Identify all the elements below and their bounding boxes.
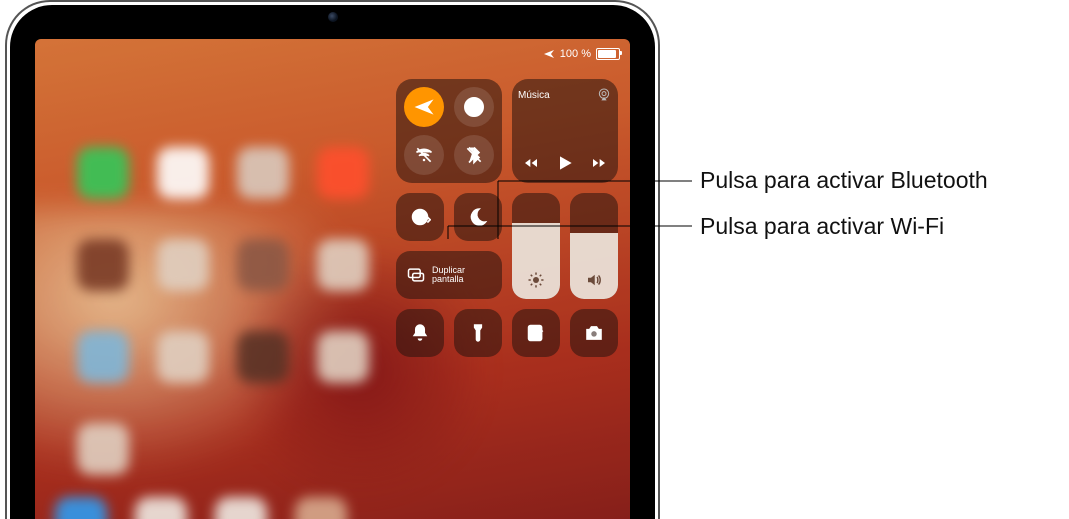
wifi-off-icon bbox=[414, 145, 434, 165]
moon-icon bbox=[467, 206, 489, 228]
screen-mirroring-label: Duplicar pantalla bbox=[432, 266, 492, 285]
ipad-screen: 100 % bbox=[35, 39, 630, 519]
previous-track-button[interactable] bbox=[523, 155, 539, 171]
status-bar: 100 % bbox=[543, 45, 620, 63]
battery-icon bbox=[596, 48, 620, 60]
callout-wifi: Pulsa para activar Wi-Fi bbox=[700, 213, 944, 240]
screen-mirroring-icon bbox=[406, 265, 426, 285]
volume-slider[interactable] bbox=[570, 193, 618, 299]
airplane-mode-button[interactable] bbox=[404, 87, 444, 127]
blurred-app-icon bbox=[157, 147, 209, 199]
blurred-app-icon bbox=[237, 239, 289, 291]
speaker-icon bbox=[585, 271, 603, 289]
camera-icon bbox=[583, 322, 605, 344]
bell-icon bbox=[409, 322, 431, 344]
airplay-audio-icon[interactable] bbox=[596, 87, 612, 103]
ipad-inner-bezel: 100 % bbox=[10, 5, 655, 519]
blurred-dock-icon bbox=[295, 497, 347, 519]
battery-percent: 100 % bbox=[560, 48, 591, 60]
notes-button[interactable] bbox=[512, 309, 560, 357]
blurred-dock-icon bbox=[215, 497, 267, 519]
next-track-button[interactable] bbox=[591, 155, 607, 171]
blurred-app-icon bbox=[77, 423, 129, 475]
blurred-app-icon bbox=[157, 239, 209, 291]
blurred-app-icon bbox=[157, 331, 209, 383]
sun-icon bbox=[527, 271, 545, 289]
do-not-disturb-button[interactable] bbox=[454, 193, 502, 241]
flashlight-icon bbox=[467, 322, 489, 344]
flashlight-button[interactable] bbox=[454, 309, 502, 357]
camera-button[interactable] bbox=[570, 309, 618, 357]
airdrop-icon bbox=[464, 97, 484, 117]
bluetooth-off-icon bbox=[464, 145, 484, 165]
blurred-app-icon bbox=[317, 147, 369, 199]
blurred-app-icon bbox=[77, 331, 129, 383]
rotation-lock-button[interactable] bbox=[396, 193, 444, 241]
now-playing-tile[interactable]: Música bbox=[512, 79, 618, 183]
airplane-icon bbox=[543, 48, 555, 60]
rotation-lock-icon bbox=[409, 206, 431, 228]
blurred-app-icon bbox=[237, 331, 289, 383]
front-camera bbox=[328, 12, 338, 22]
bluetooth-button[interactable] bbox=[454, 135, 494, 175]
play-button[interactable] bbox=[555, 153, 575, 173]
blurred-app-icon bbox=[317, 239, 369, 291]
wifi-button[interactable] bbox=[404, 135, 444, 175]
screen-mirroring-button[interactable]: Duplicar pantalla bbox=[396, 251, 502, 299]
ipad-frame: 100 % bbox=[5, 0, 660, 519]
airplane-icon bbox=[414, 97, 434, 117]
connectivity-tile[interactable] bbox=[396, 79, 502, 183]
blurred-app-icon bbox=[77, 239, 129, 291]
control-center: Música bbox=[396, 79, 614, 357]
brightness-slider[interactable] bbox=[512, 193, 560, 299]
blurred-app-icon bbox=[237, 147, 289, 199]
blurred-app-icon bbox=[77, 147, 129, 199]
callout-bluetooth: Pulsa para activar Bluetooth bbox=[700, 167, 988, 194]
compose-icon bbox=[525, 322, 547, 344]
airdrop-button[interactable] bbox=[454, 87, 494, 127]
blurred-app-icon bbox=[317, 331, 369, 383]
blurred-dock-icon bbox=[135, 497, 187, 519]
blurred-dock-icon bbox=[55, 497, 107, 519]
silent-mode-button[interactable] bbox=[396, 309, 444, 357]
volume-fill bbox=[570, 233, 618, 299]
music-source-label: Música bbox=[518, 90, 550, 101]
